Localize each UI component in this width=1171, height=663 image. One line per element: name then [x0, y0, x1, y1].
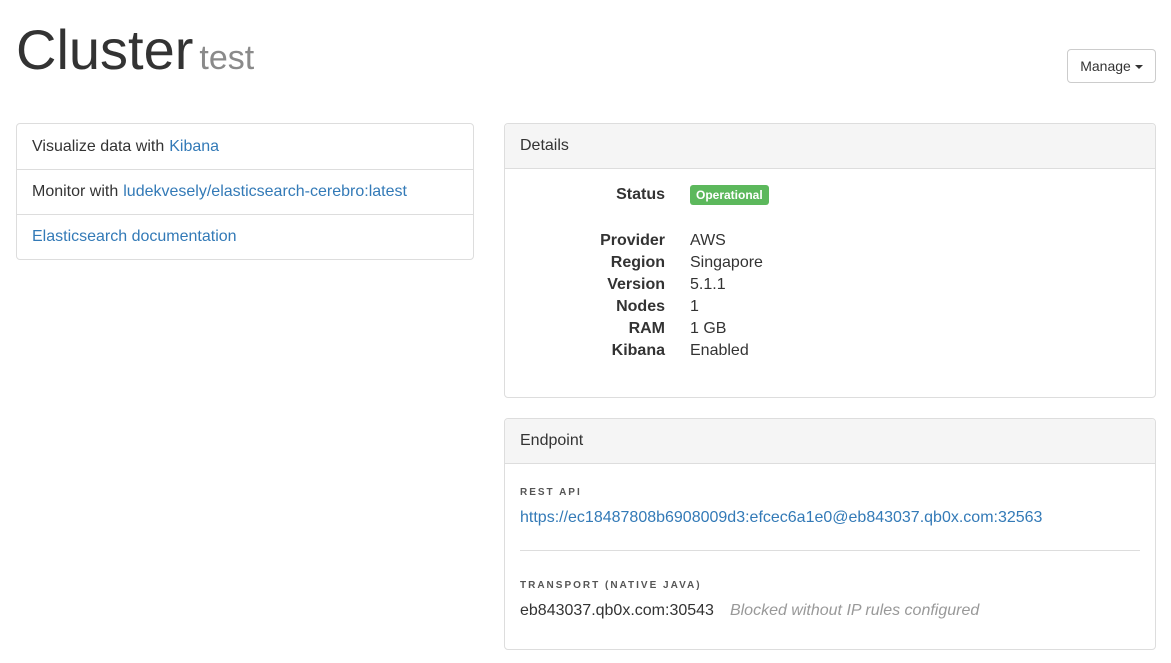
status-badge: Operational — [690, 185, 769, 205]
kibana-link[interactable]: Kibana — [169, 138, 219, 156]
endpoint-divider — [520, 550, 1140, 551]
status-label: Status — [616, 186, 665, 203]
list-item-kibana: Visualize data with Kibana — [17, 124, 473, 169]
manage-dropdown-button[interactable]: Manage — [1067, 49, 1156, 83]
detail-label: Nodes — [616, 298, 665, 315]
detail-row-region: Region Singapore — [505, 252, 1155, 274]
caret-down-icon — [1134, 65, 1143, 69]
status-value-cell: Operational — [690, 185, 769, 205]
detail-row-version: Version 5.1.1 — [505, 274, 1155, 296]
detail-value: Singapore — [690, 254, 763, 271]
cluster-name: test — [199, 39, 255, 77]
detail-value: Enabled — [690, 342, 749, 359]
detail-label: RAM — [628, 320, 665, 337]
detail-value: AWS — [690, 232, 726, 249]
details-panel: Details Status Operational Provider AWS … — [504, 123, 1156, 398]
transport-note: Blocked without IP rules configured — [729, 602, 980, 619]
list-item-prefix: Visualize data with — [32, 137, 165, 155]
detail-row-kibana: Kibana Enabled — [505, 340, 1155, 362]
detail-label: Region — [610, 254, 665, 271]
cerebro-link[interactable]: ludekvesely/elasticsearch-cerebro:latest — [123, 183, 407, 201]
elasticsearch-docs-link[interactable]: Elasticsearch documentation — [32, 228, 237, 246]
transport-address: eb843037.qb0x.com:30543 — [520, 602, 714, 619]
detail-row-provider: Provider AWS — [505, 230, 1155, 252]
endpoint-heading: Endpoint — [505, 419, 1155, 464]
rest-api-label: REST API — [520, 487, 582, 498]
transport-row: eb843037.qb0x.com:30543 Blocked without I… — [520, 602, 979, 620]
status-row: Status Operational — [505, 184, 1155, 206]
details-heading: Details — [505, 124, 1155, 169]
page-title: Cluster test — [16, 22, 254, 78]
detail-label: Version — [607, 276, 665, 293]
detail-label: Kibana — [611, 342, 665, 359]
quick-links-list: Visualize data with Kibana Monitor with … — [16, 123, 474, 260]
rest-api-url-link[interactable]: https://ec18487808b6908009d3:efcec6a1e0@… — [520, 509, 1042, 527]
transport-label: TRANSPORT (NATIVE JAVA) — [520, 580, 702, 591]
detail-value: 1 GB — [690, 320, 727, 337]
detail-row-nodes: Nodes 1 — [505, 296, 1155, 318]
cluster-title: Cluster — [16, 18, 194, 81]
list-item-monitor: Monitor with ludekvesely/elasticsearch-c… — [17, 169, 473, 214]
endpoint-panel: Endpoint REST API https://ec18487808b690… — [504, 418, 1156, 650]
manage-button-label: Manage — [1080, 58, 1131, 74]
list-item-docs: Elasticsearch documentation — [17, 214, 473, 259]
list-item-prefix: Monitor with — [32, 183, 119, 200]
detail-value: 5.1.1 — [690, 276, 726, 293]
detail-value: 1 — [690, 298, 699, 315]
detail-label: Provider — [600, 232, 665, 249]
detail-row-ram: RAM 1 GB — [505, 318, 1155, 340]
